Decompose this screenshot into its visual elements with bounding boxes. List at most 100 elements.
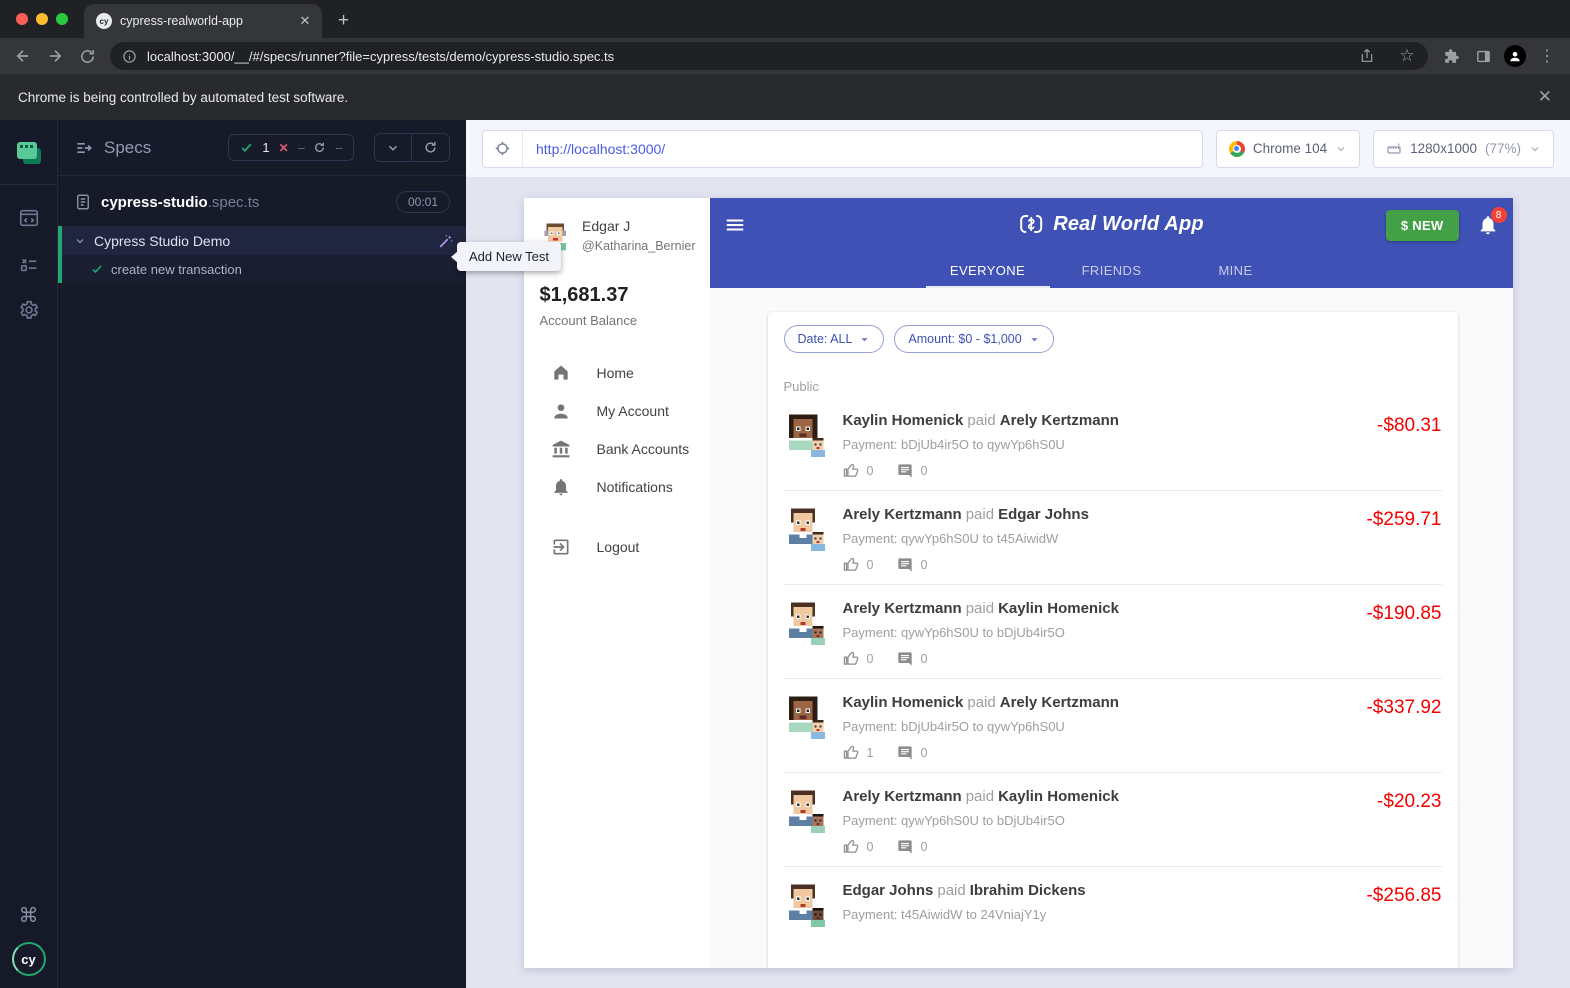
receiver-name[interactable]: Arely Kertzmann: [1000, 694, 1119, 711]
reporter-controls: [374, 133, 450, 162]
hamburger-menu-icon[interactable]: [724, 214, 746, 236]
comment-icon[interactable]: [897, 651, 913, 667]
menu-dots-icon[interactable]: ⋮: [1532, 41, 1562, 71]
minimize-window-button[interactable]: [36, 13, 48, 25]
extensions-puzzle-icon[interactable]: [1436, 41, 1466, 71]
test-passed-check-icon: [91, 263, 103, 275]
transaction-social: 0 0: [843, 556, 1354, 573]
date-filter-pill[interactable]: Date: ALL: [784, 325, 885, 353]
sidebar-item-home[interactable]: Home: [524, 354, 710, 392]
logout-icon: [551, 537, 571, 557]
like-thumb-icon[interactable]: [843, 838, 860, 855]
rerun-icon[interactable]: [412, 134, 449, 161]
suite-block: Cypress Studio Demo create new transacti…: [58, 226, 466, 283]
sidebar-item-notifications[interactable]: Notifications: [524, 468, 710, 506]
sidebar-item-my-account[interactable]: My Account: [524, 392, 710, 430]
suite-row[interactable]: Cypress Studio Demo: [62, 226, 466, 255]
window-controls[interactable]: [0, 13, 84, 38]
passed-count: 1: [262, 140, 269, 155]
aut-url-bar[interactable]: http://localhost:3000/: [482, 130, 1203, 168]
sender-name[interactable]: Kaylin Homenick: [843, 694, 964, 711]
keyboard-shortcuts-icon[interactable]: ⌘: [19, 903, 39, 928]
transaction-row[interactable]: Edgar JohnspaidIbrahim Dickens Payment: …: [784, 867, 1442, 939]
like-thumb-icon[interactable]: [843, 556, 860, 573]
transaction-row[interactable]: Kaylin HomenickpaidArely Kertzmann Payme…: [784, 679, 1442, 773]
spec-name: cypress-studio.spec.ts: [101, 194, 259, 211]
rwa-main: Real World App $ NEW 8 EVERY: [710, 198, 1513, 968]
cypress-logo[interactable]: cy: [12, 942, 46, 976]
transaction-row[interactable]: Arely KertzmannpaidEdgar Johns Payment: …: [784, 491, 1442, 585]
rwa-top-nav: Real World App $ NEW 8 EVERY: [710, 198, 1513, 288]
suite-collapse-chevron-icon[interactable]: [74, 235, 86, 247]
transaction-row[interactable]: Kaylin HomenickpaidArely Kertzmann Payme…: [784, 397, 1442, 491]
tab-title: cypress-realworld-app: [120, 14, 288, 28]
sender-name[interactable]: Arely Kertzmann: [843, 788, 962, 805]
comment-icon[interactable]: [897, 839, 913, 855]
site-info-icon[interactable]: [122, 49, 137, 64]
forward-icon[interactable]: [40, 41, 70, 71]
side-panel-icon[interactable]: [1468, 41, 1498, 71]
receiver-name[interactable]: Ibrahim Dickens: [970, 882, 1086, 899]
test-row[interactable]: create new transaction: [62, 255, 466, 283]
cypress-runner: http://localhost:3000/ Chrome 104 1280x1…: [466, 120, 1570, 988]
chevron-down-icon: [859, 334, 870, 345]
notifications-bell[interactable]: 8: [1477, 214, 1499, 236]
receiver-name[interactable]: Kaylin Homenick: [998, 788, 1119, 805]
add-new-test-wand-icon[interactable]: [438, 233, 454, 249]
avatar: [784, 788, 830, 834]
url-text[interactable]: localhost:3000/__/#/specs/runner?file=cy…: [147, 49, 1342, 64]
receiver-name[interactable]: Edgar Johns: [998, 506, 1089, 523]
transaction-social: 0 0: [843, 838, 1365, 855]
address-bar[interactable]: localhost:3000/__/#/specs/runner?file=cy…: [110, 42, 1428, 70]
sender-name[interactable]: Arely Kertzmann: [843, 600, 962, 617]
run-stats[interactable]: 1 ✕ -- --: [228, 134, 354, 161]
viewport-scale-label: (77%): [1485, 141, 1521, 156]
banner-close-icon[interactable]: ✕: [1538, 87, 1552, 107]
comment-icon[interactable]: [897, 557, 913, 573]
sender-name[interactable]: Kaylin Homenick: [843, 412, 964, 429]
new-transaction-button[interactable]: $ NEW: [1386, 210, 1459, 241]
tab-mine[interactable]: MINE: [1174, 253, 1298, 288]
bookmark-star-icon[interactable]: ☆: [1392, 41, 1422, 71]
sender-name[interactable]: Edgar Johns: [843, 882, 934, 899]
new-tab-button[interactable]: +: [322, 10, 349, 38]
receiver-name[interactable]: Kaylin Homenick: [998, 600, 1119, 617]
back-icon[interactable]: [8, 41, 38, 71]
close-window-button[interactable]: [16, 13, 28, 25]
tab-friends[interactable]: FRIENDS: [1050, 253, 1174, 288]
tab-close-icon[interactable]: ✕: [296, 12, 314, 30]
rwa-brand[interactable]: Real World App: [1018, 212, 1204, 236]
aut-url-text[interactable]: http://localhost:3000/: [523, 141, 678, 157]
feed-tabs: EVERYONE FRIENDS MINE: [926, 253, 1298, 288]
comment-icon[interactable]: [897, 745, 913, 761]
tab-everyone[interactable]: EVERYONE: [926, 253, 1050, 288]
viewport-selector[interactable]: 1280x1000 (77%): [1373, 130, 1554, 168]
settings-gear-icon[interactable]: [12, 293, 46, 327]
like-thumb-icon[interactable]: [843, 650, 860, 667]
sidebar-item-bank-accounts[interactable]: Bank Accounts: [524, 430, 710, 468]
runs-list-icon[interactable]: [12, 247, 46, 281]
specs-panel-icon[interactable]: [12, 201, 46, 235]
comment-icon[interactable]: [897, 463, 913, 479]
browser-selector[interactable]: Chrome 104: [1216, 130, 1360, 168]
spec-file-row[interactable]: cypress-studio.spec.ts 00:01: [58, 176, 466, 226]
receiver-name[interactable]: Arely Kertzmann: [1000, 412, 1119, 429]
browsers-panel-icon[interactable]: [12, 136, 46, 170]
transaction-row[interactable]: Arely KertzmannpaidKaylin Homenick Payme…: [784, 773, 1442, 867]
profile-avatar[interactable]: [1500, 41, 1530, 71]
like-thumb-icon[interactable]: [843, 744, 860, 761]
reload-icon[interactable]: [72, 41, 102, 71]
transaction-social: 0 0: [843, 462, 1365, 479]
browser-tab[interactable]: cy cypress-realworld-app ✕: [84, 4, 322, 38]
share-icon[interactable]: [1352, 41, 1382, 71]
amount-filter-pill[interactable]: Amount: $0 - $1,000: [894, 325, 1053, 353]
pending-refresh-icon: [313, 141, 326, 154]
transaction-row[interactable]: Arely KertzmannpaidKaylin Homenick Payme…: [784, 585, 1442, 679]
zoom-window-button[interactable]: [56, 13, 68, 25]
sidebar-item-logout[interactable]: Logout: [524, 528, 710, 566]
like-thumb-icon[interactable]: [843, 462, 860, 479]
selector-playground-icon[interactable]: [483, 131, 523, 167]
sender-name[interactable]: Arely Kertzmann: [843, 506, 962, 523]
collapse-all-chevron-icon[interactable]: [375, 134, 412, 161]
transaction-amount: -$337.92: [1366, 697, 1441, 761]
